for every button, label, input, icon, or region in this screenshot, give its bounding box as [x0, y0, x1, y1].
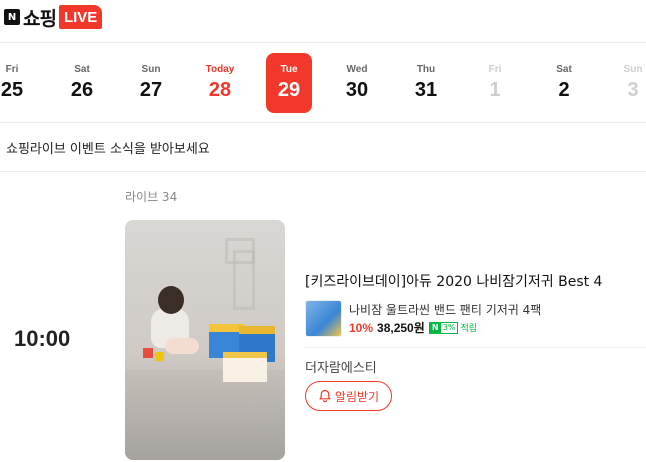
product-name: 나비잠 울트라씬 밴드 팬티 기저귀 4팩: [349, 303, 542, 317]
date-day: 29: [277, 79, 301, 101]
date-dow: Sun: [141, 64, 161, 75]
divider: [305, 347, 646, 348]
date-item[interactable]: Sun 27: [128, 53, 174, 113]
date-item[interactable]: Wed 30: [334, 53, 380, 113]
logo-live-badge: LIVE: [58, 5, 103, 29]
discount-rate: 10%: [349, 320, 374, 335]
product-price-row: 10% 38,250원 N 3% 적립: [349, 319, 477, 336]
date-day: 28: [208, 79, 232, 101]
date-day: 31: [414, 79, 438, 101]
date-dow: Sat: [74, 64, 90, 75]
date-dow: Wed: [346, 64, 368, 75]
broadcast-time: 10:00: [14, 326, 71, 351]
product-price: 38,250원: [377, 321, 425, 335]
date-day: 3: [627, 79, 639, 101]
date-dow: Sat: [556, 64, 572, 75]
date-dow: Sun: [623, 64, 643, 75]
event-notice-banner[interactable]: 쇼핑라이브 이벤트 소식을 받아보세요: [0, 124, 646, 172]
product-item[interactable]: 나비잠 울트라씬 밴드 팬티 기저귀 4팩 10% 38,250원 N 3% 적…: [305, 300, 645, 338]
date-dow: Today: [205, 64, 235, 75]
date-item[interactable]: Fri 1: [472, 53, 518, 113]
alarm-label: 알림받기: [334, 389, 380, 404]
live-thumbnail[interactable]: [125, 220, 285, 460]
diaper-package: [223, 352, 267, 382]
alarm-subscribe-button[interactable]: 알림받기: [305, 381, 392, 411]
date-item[interactable]: Sat 2: [541, 53, 587, 113]
date-dow: Fri: [488, 64, 502, 75]
npay-point-badge: N 3%: [428, 321, 459, 334]
date-day: 2: [558, 79, 570, 101]
toy-block: [155, 352, 164, 361]
live-count: 라이브 34: [125, 190, 178, 204]
date-day: 1: [489, 79, 501, 101]
baby-figure: [158, 286, 184, 314]
date-day: 25: [0, 79, 24, 101]
date-strip: Fri 25 Sat 26 Sun 27 Today 28 Tue 29 Wed…: [0, 43, 646, 123]
live-title[interactable]: [키즈라이브데이]아듀 2020 나비잠기저귀 Best 4: [305, 271, 602, 291]
date-day: 26: [70, 79, 94, 101]
date-dow: Fri: [5, 64, 19, 75]
logo-text: 쇼핑: [23, 7, 57, 30]
toy-block: [143, 348, 153, 358]
shopping-live-logo[interactable]: N 쇼핑 LIVE: [4, 4, 103, 30]
seller-name[interactable]: 더자람에스티: [305, 357, 377, 376]
bell-icon: [319, 389, 331, 403]
header: N 쇼핑 LIVE: [0, 0, 646, 43]
date-item[interactable]: Sat 26: [59, 53, 105, 113]
wall-decoration: [233, 250, 255, 310]
naver-n-icon: N: [4, 9, 20, 25]
baby-figure: [165, 338, 199, 354]
date-item[interactable]: Fri 25: [0, 53, 35, 113]
floor: [125, 370, 285, 460]
date-item[interactable]: Thu 31: [403, 53, 449, 113]
reward-label: 적립: [460, 324, 478, 334]
date-dow: Thu: [416, 64, 436, 75]
date-day: 27: [139, 79, 163, 101]
date-item[interactable]: Sun 3: [610, 53, 646, 113]
date-item-today[interactable]: Today 28: [197, 53, 243, 113]
product-image: [305, 300, 342, 337]
date-day: 30: [345, 79, 369, 101]
npay-n-icon: N: [429, 321, 441, 334]
date-dow: Tue: [280, 64, 298, 75]
npay-percent: 3%: [442, 323, 456, 332]
date-item-selected[interactable]: Tue 29: [266, 53, 312, 113]
